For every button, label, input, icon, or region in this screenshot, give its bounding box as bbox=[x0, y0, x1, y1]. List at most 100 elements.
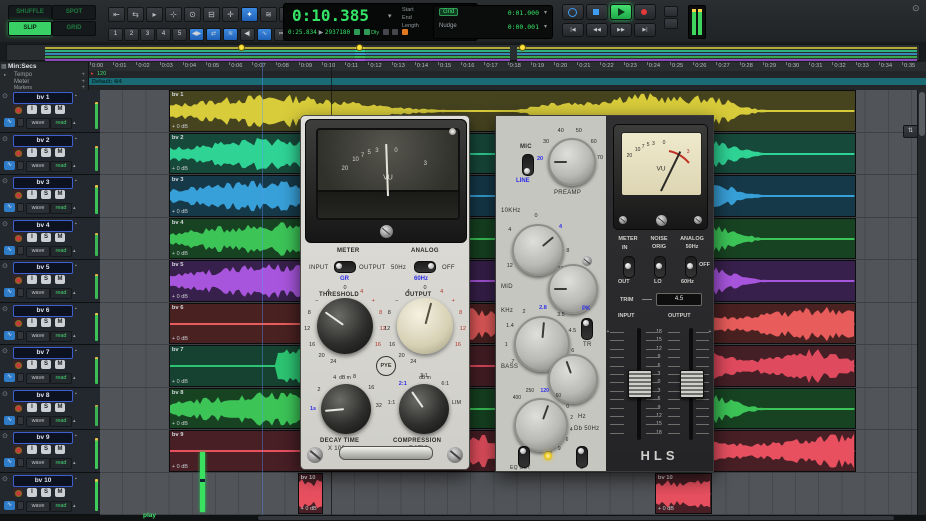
track-wave-view-button[interactable]: wave bbox=[26, 288, 50, 299]
clip-gain-label[interactable]: + 0 dB bbox=[172, 209, 188, 215]
ruler-tick-label[interactable]: 0:13 bbox=[394, 63, 405, 69]
track-gear-icon[interactable]: ⊙ bbox=[2, 92, 8, 100]
horizontal-scrollbar[interactable] bbox=[258, 516, 894, 520]
link-timeline-button[interactable]: ⇅ bbox=[903, 125, 918, 138]
stop-button[interactable] bbox=[586, 4, 608, 20]
vertical-scrollbar[interactable] bbox=[917, 90, 926, 515]
track-view-button[interactable]: ∿ bbox=[4, 288, 15, 297]
track-options-box[interactable] bbox=[17, 458, 24, 467]
track-header-bv-1[interactable]: ⊙bv 1▪ISM∿waveread▴ bbox=[0, 90, 100, 133]
track-view-button[interactable]: ∿ bbox=[4, 203, 15, 212]
track-i-button[interactable]: I bbox=[27, 318, 37, 327]
ruler-tick-label[interactable]: 0:24 bbox=[649, 63, 660, 69]
edit-tool-7[interactable]: ✦ bbox=[241, 7, 258, 22]
ruler-tick-label[interactable]: 0:15 bbox=[440, 63, 451, 69]
track-options-box[interactable] bbox=[17, 416, 24, 425]
track-name-caret-icon[interactable]: ▪ bbox=[75, 391, 77, 397]
track-i-button[interactable]: I bbox=[27, 233, 37, 242]
edit-tool-0[interactable]: ⇤ bbox=[108, 7, 125, 22]
track-view-button[interactable]: ∿ bbox=[4, 331, 15, 340]
ruler-tick-label[interactable]: 0:11 bbox=[347, 63, 358, 69]
nudge-caret-icon[interactable]: ▾ bbox=[544, 23, 547, 30]
ruler-tick-label[interactable]: 0:26 bbox=[695, 63, 706, 69]
track-name[interactable]: bv 2 bbox=[13, 135, 73, 147]
track-wave-view-button[interactable]: wave bbox=[26, 118, 50, 129]
ruler-tick-label[interactable]: 0:21 bbox=[579, 63, 590, 69]
track-name[interactable]: bv 6 bbox=[13, 305, 73, 317]
timeline-insertion-marker[interactable] bbox=[262, 62, 263, 515]
overview-marker-dot[interactable] bbox=[238, 44, 245, 51]
track-gear-icon[interactable]: ⊙ bbox=[2, 220, 8, 228]
track-s-button[interactable]: S bbox=[41, 488, 51, 497]
track-s-button[interactable]: S bbox=[41, 403, 51, 412]
track-header-bv-6[interactable]: ⊙bv 6▪ISM∿waveread▴ bbox=[0, 303, 100, 346]
ruler-tick-label[interactable]: 0:04 bbox=[185, 63, 196, 69]
ruler-tick-label[interactable]: 0:30 bbox=[788, 63, 799, 69]
track-s-button[interactable]: S bbox=[41, 233, 51, 242]
track-playlist-icon[interactable]: ▴ bbox=[73, 163, 76, 169]
edit-mode-tool-3[interactable]: ◀| bbox=[240, 28, 255, 41]
hls-noise-switch[interactable] bbox=[654, 256, 666, 278]
track-name-caret-icon[interactable]: ▪ bbox=[75, 221, 77, 227]
track-record-button[interactable] bbox=[13, 445, 23, 454]
track-gear-icon[interactable]: ⊙ bbox=[2, 347, 8, 355]
ruler-tick-label[interactable]: 0:07 bbox=[254, 63, 265, 69]
zoom-preset-3[interactable]: 3 bbox=[140, 28, 155, 41]
track-gear-icon[interactable]: ⊙ bbox=[2, 305, 8, 313]
mode-slip-button[interactable]: SLIP bbox=[8, 21, 52, 36]
track-wave-view-button[interactable]: wave bbox=[26, 416, 50, 427]
track-automation-button[interactable]: read bbox=[50, 331, 72, 342]
track-view-button[interactable]: ∿ bbox=[4, 458, 15, 467]
play-button[interactable] bbox=[610, 4, 632, 20]
ruler-tick-label[interactable]: 0:28 bbox=[742, 63, 753, 69]
overview-marker-dot[interactable] bbox=[519, 44, 526, 51]
track-record-button[interactable] bbox=[13, 318, 23, 327]
main-counter[interactable]: 0:10.385 bbox=[292, 6, 369, 25]
meter-lane[interactable]: Default: 4/4 bbox=[88, 78, 926, 85]
track-m-button[interactable]: M bbox=[55, 190, 65, 199]
tempo-value[interactable]: 120 bbox=[97, 71, 106, 77]
mode-grid-button[interactable]: GRID bbox=[52, 21, 96, 36]
track-m-button[interactable]: M bbox=[55, 360, 65, 369]
track-s-button[interactable]: S bbox=[41, 190, 51, 199]
counter-caret-icon[interactable]: ▾ bbox=[388, 12, 392, 20]
zoom-preset-2[interactable]: 2 bbox=[124, 28, 139, 41]
dly-indicator[interactable]: Dly bbox=[371, 30, 379, 36]
track-m-button[interactable]: M bbox=[55, 148, 65, 157]
ruler-tick-label[interactable]: 0:33 bbox=[858, 63, 869, 69]
status-icon[interactable] bbox=[364, 29, 370, 35]
zoom-preset-5[interactable]: 5 bbox=[172, 28, 187, 41]
edit-tool-8[interactable]: ≋ bbox=[260, 7, 277, 22]
hls-meter-in-value[interactable]: IN bbox=[622, 245, 628, 251]
status-icon[interactable] bbox=[383, 29, 389, 35]
tempo-lane[interactable]: ▸ 120 bbox=[88, 71, 926, 78]
clip-gain-label[interactable]: + 0 dB bbox=[172, 124, 188, 130]
track-record-button[interactable] bbox=[13, 105, 23, 114]
edit-mode-tool-2[interactable]: ≋ bbox=[223, 28, 238, 41]
track-name[interactable]: bv 1 bbox=[13, 92, 73, 104]
track-name-caret-icon[interactable]: ▪ bbox=[75, 136, 77, 142]
track-view-button[interactable]: ∿ bbox=[4, 501, 15, 510]
track-automation-button[interactable]: read bbox=[50, 416, 72, 427]
track-gear-icon[interactable]: ⊙ bbox=[2, 390, 8, 398]
hls-analog-switch[interactable] bbox=[685, 256, 697, 278]
track-name[interactable]: bv 7 bbox=[13, 347, 73, 359]
add-marker-button[interactable]: + bbox=[81, 85, 85, 91]
track-automation-button[interactable]: read bbox=[50, 373, 72, 384]
edit-tool-6[interactable]: ✛ bbox=[222, 7, 239, 22]
ruler-tick-label[interactable]: 0:03 bbox=[162, 63, 173, 69]
warning-icon[interactable] bbox=[402, 29, 408, 35]
edit-tool-3[interactable]: ⊹ bbox=[165, 7, 182, 22]
track-i-button[interactable]: I bbox=[27, 445, 37, 454]
track-playlist-icon[interactable]: ▴ bbox=[73, 120, 76, 126]
track-name-caret-icon[interactable]: ▪ bbox=[75, 178, 77, 184]
track-automation-button[interactable]: read bbox=[50, 118, 72, 129]
track-name-caret-icon[interactable]: ▪ bbox=[75, 263, 77, 269]
track-i-button[interactable]: I bbox=[27, 105, 37, 114]
audio-clip[interactable]: bv 10+ 0 dB bbox=[655, 473, 712, 515]
ruler-tick-label[interactable]: 0:19 bbox=[533, 63, 544, 69]
edit-mode-tool-1[interactable]: ⇄ bbox=[206, 28, 221, 41]
ruler-tick-label[interactable]: 0:16 bbox=[463, 63, 474, 69]
track-playlist-icon[interactable]: ▴ bbox=[73, 205, 76, 211]
track-m-button[interactable]: M bbox=[55, 105, 65, 114]
